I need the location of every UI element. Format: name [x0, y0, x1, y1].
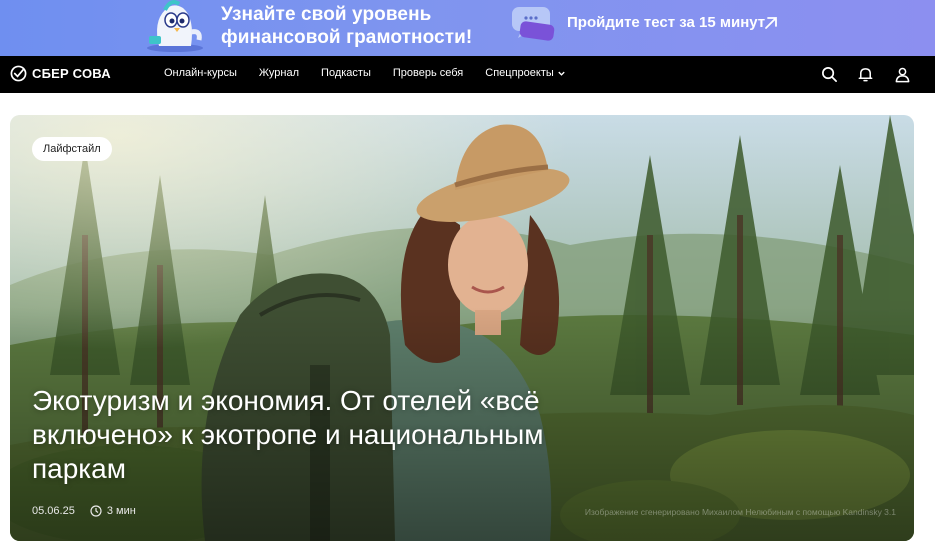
- logo[interactable]: СБЕР СОВА: [10, 65, 111, 82]
- promo-banner[interactable]: Узнайте свой уровень финансовой грамотно…: [0, 0, 935, 56]
- search-icon[interactable]: [821, 66, 838, 83]
- nav-item-special-projects[interactable]: Спецпроекты: [485, 67, 566, 79]
- nav-item-journal[interactable]: Журнал: [259, 67, 299, 79]
- owl-mascot-icon: [147, 0, 203, 52]
- clock-icon: [90, 505, 102, 517]
- chevron-down-icon: [558, 71, 565, 76]
- logo-text: СБЕР СОВА: [32, 66, 111, 81]
- promo-headline-line1: Узнайте свой уровень: [221, 4, 432, 25]
- article-date: 05.06.25: [32, 505, 75, 517]
- hero-article-card[interactable]: Лайфстайл Экотуризм и экономия. От отеле…: [10, 115, 914, 541]
- sber-logo-icon: [10, 65, 27, 82]
- article-meta: 05.06.25 3 мин: [32, 505, 136, 517]
- promo-cta-link[interactable]: Пройдите тест за 15 минут: [567, 13, 765, 33]
- nav-item-special-projects-label: Спецпроекты: [485, 67, 554, 79]
- nav-menu: Онлайн-курсы Журнал Подкасты Проверь себ…: [164, 67, 588, 79]
- nav-item-podcasts[interactable]: Подкасты: [321, 67, 371, 79]
- promo-headline-line2: финансовой грамотности!: [221, 27, 473, 48]
- chat-bubble-icon: [512, 7, 555, 41]
- arrow-up-right-icon: [765, 17, 777, 29]
- bell-icon[interactable]: [857, 66, 874, 83]
- read-time: 3 мин: [106, 505, 136, 517]
- image-credit: Изображение сгенерировано Михаилом Нелюб…: [584, 507, 896, 517]
- category-tag[interactable]: Лайфстайл: [32, 137, 112, 161]
- user-icon[interactable]: [894, 66, 911, 83]
- promo-headline: Узнайте свой уровень финансовой грамотно…: [221, 3, 472, 49]
- nav-item-check-yourself[interactable]: Проверь себя: [393, 67, 463, 79]
- top-navigation: СБЕР СОВА Онлайн-курсы Журнал Подкасты П…: [0, 56, 935, 93]
- nav-item-online-courses[interactable]: Онлайн-курсы: [164, 67, 237, 79]
- article-title[interactable]: Экотуризм и экономия. От отелей «всё вкл…: [32, 384, 552, 486]
